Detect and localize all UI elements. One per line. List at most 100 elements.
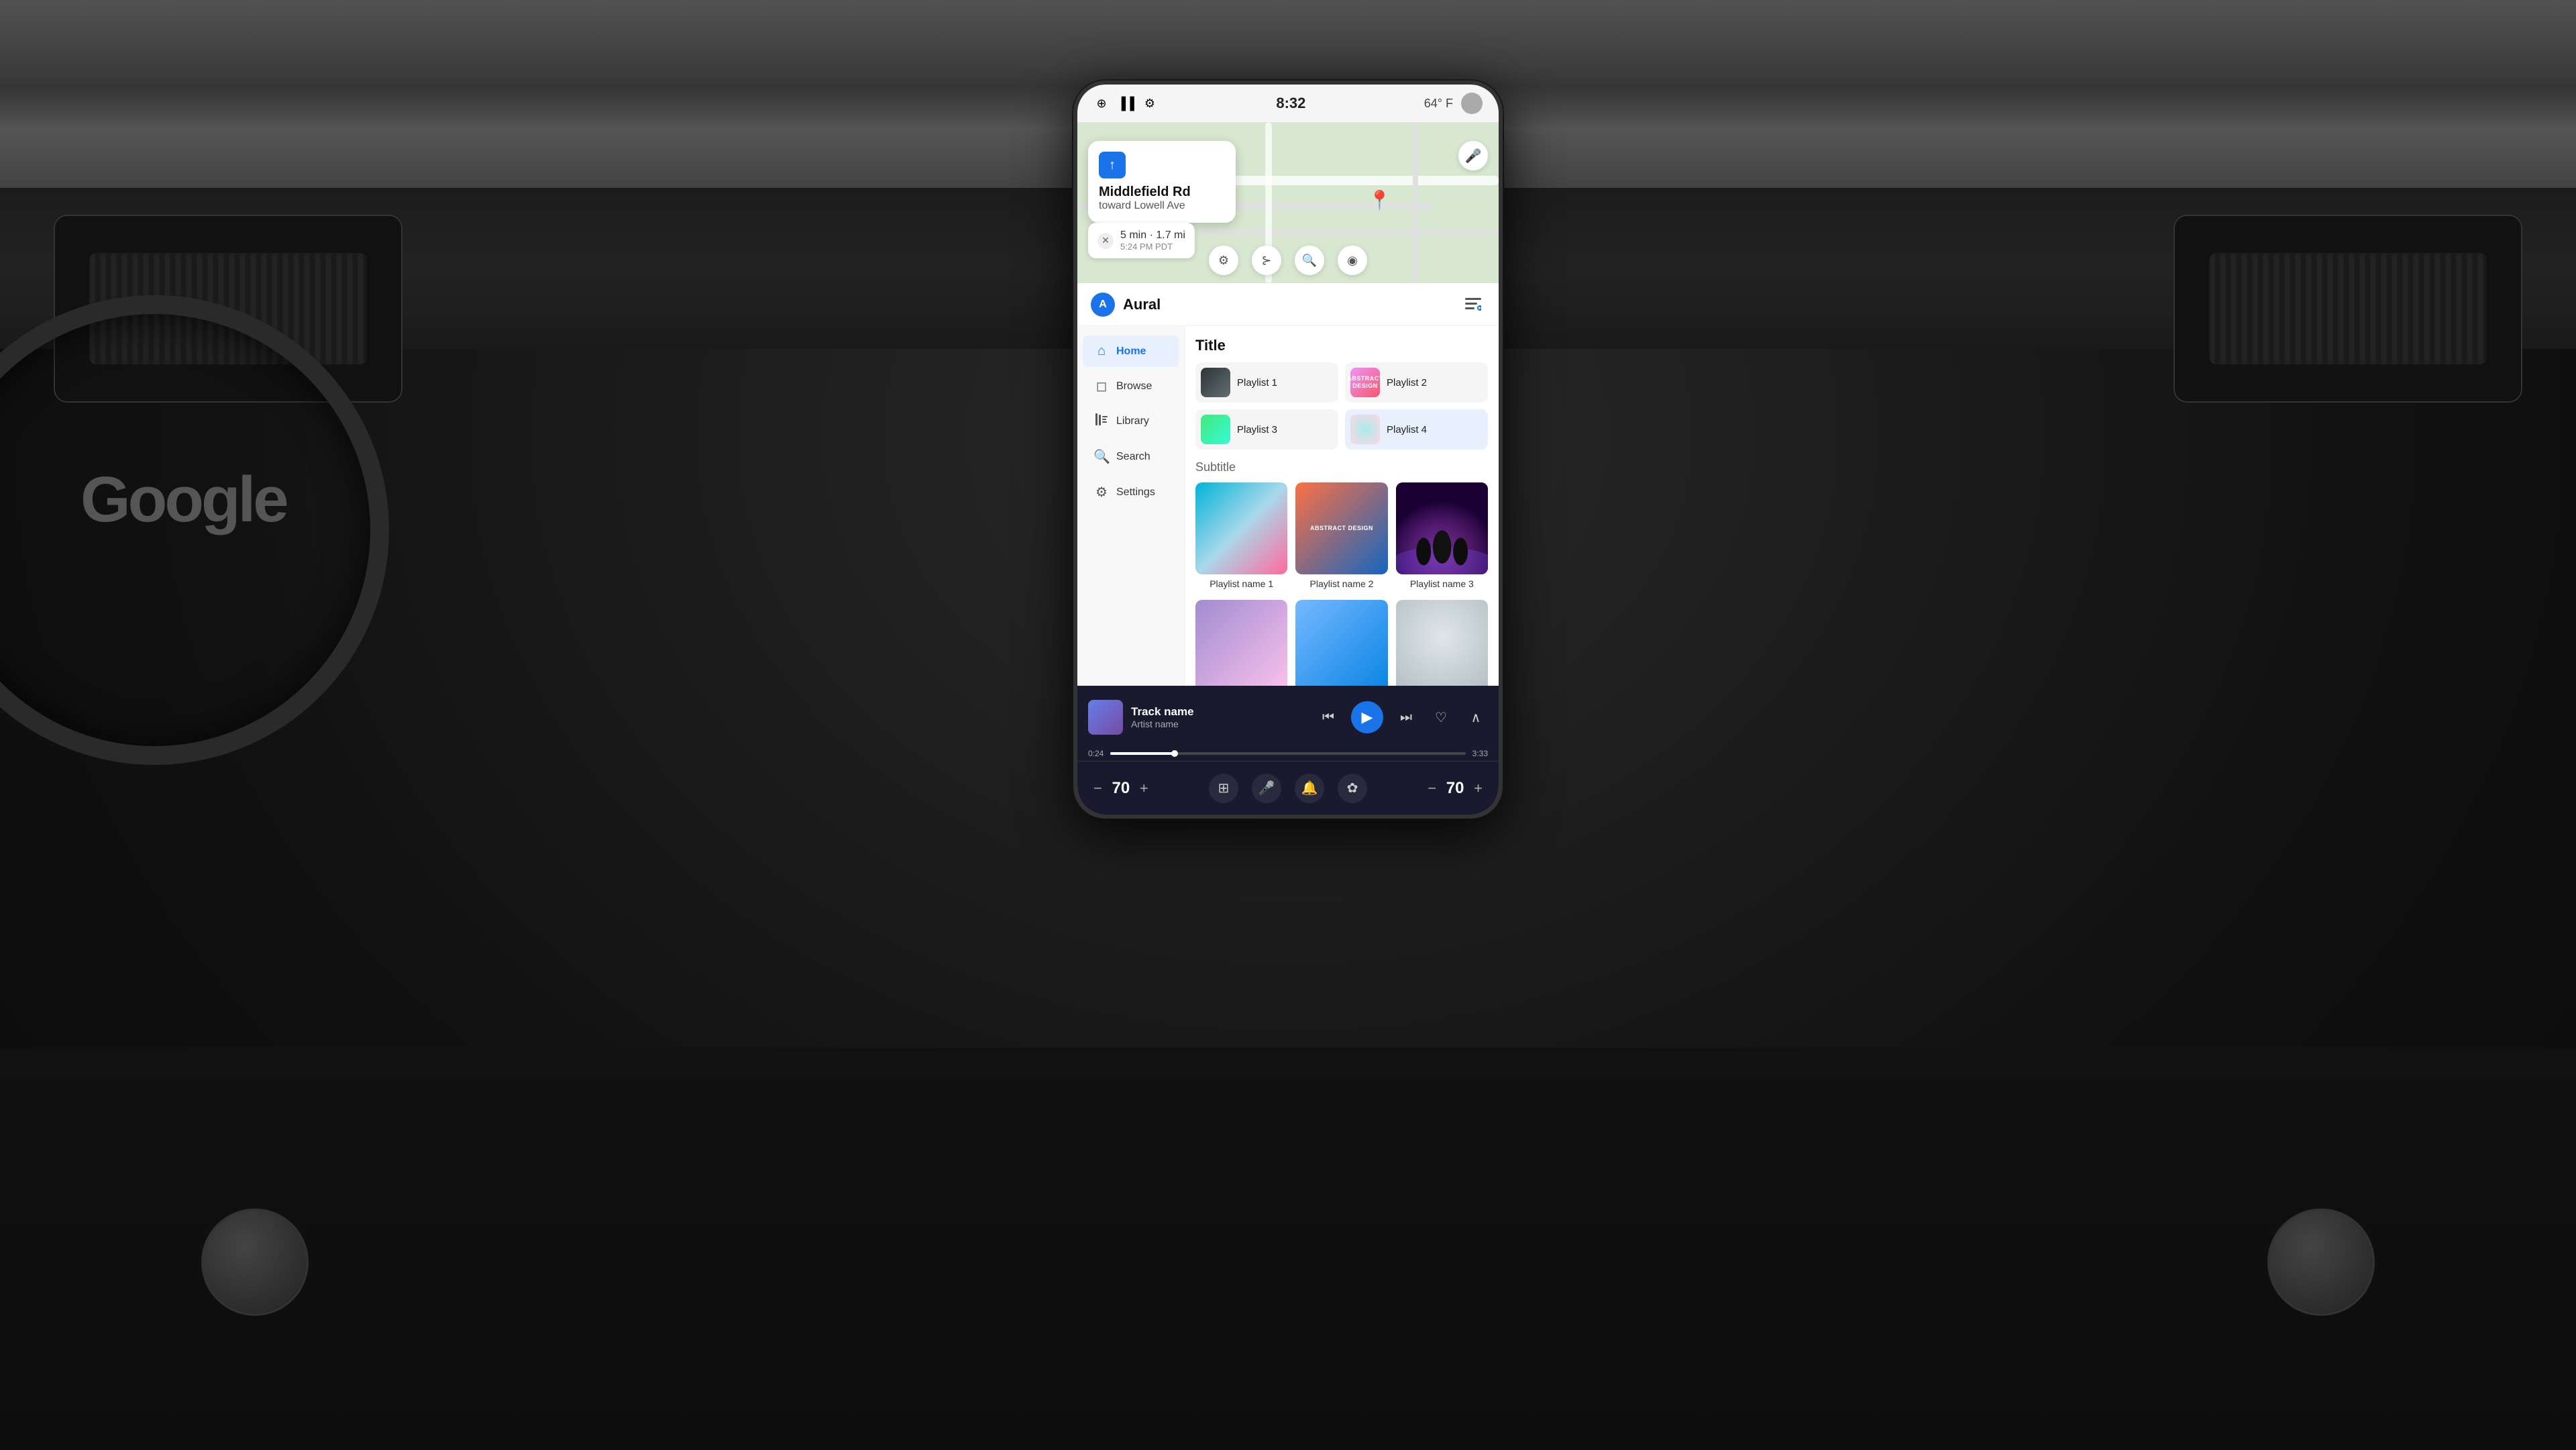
search-icon: 🔍 <box>1093 448 1110 465</box>
playlist-1-label: Playlist 1 <box>1237 377 1277 389</box>
playlists-grid-small: Playlist 1 ABSTRACT DESIGN Playlist 2 Pl… <box>1195 362 1488 450</box>
browse-icon: ◻ <box>1093 378 1110 395</box>
playlist-2-thumb: ABSTRACT DESIGN <box>1350 368 1380 397</box>
sidebar-item-browse[interactable]: ◻ Browse <box>1083 370 1179 403</box>
vol-right-minus[interactable]: − <box>1428 780 1436 797</box>
signal-icon: ▐▐ <box>1118 95 1134 111</box>
volume-left-control: − 70 + <box>1093 779 1148 798</box>
next-button[interactable]: ⏭ <box>1394 705 1418 729</box>
user-avatar[interactable] <box>1461 93 1483 114</box>
vol-right-plus[interactable]: + <box>1474 780 1483 797</box>
playlist-row2-card-1[interactable] <box>1195 600 1287 686</box>
sidebar-home-label: Home <box>1116 346 1146 358</box>
map-controls: ⚙ ⊱ 🔍 ◉ <box>1077 246 1499 275</box>
mic-icon[interactable]: 🎤 <box>1252 774 1281 803</box>
nav-card: ↑ Middlefield Rd toward Lowell Ave <box>1088 141 1236 223</box>
sidebar-item-search[interactable]: 🔍 Search <box>1083 440 1179 473</box>
expand-button[interactable]: ∧ <box>1464 705 1488 729</box>
playlist-row2-card-3[interactable] <box>1396 600 1488 686</box>
player-album-art <box>1088 700 1123 735</box>
settings2-icon[interactable]: ✿ <box>1338 774 1367 803</box>
total-time: 3:33 <box>1472 749 1488 758</box>
vol-left-value: 70 <box>1108 779 1134 798</box>
temperature-display: 64° F <box>1424 97 1453 111</box>
library-icon <box>1093 413 1110 429</box>
app-content: A Aural ⌂ Home <box>1077 283 1499 815</box>
queue-button[interactable] <box>1461 293 1485 317</box>
playlist-card-1[interactable]: Playlist name 1 <box>1195 482 1287 589</box>
vol-left-plus[interactable]: + <box>1140 780 1148 797</box>
playlist-card-3[interactable]: Playlist name 3 <box>1396 482 1488 589</box>
sidebar-browse-label: Browse <box>1116 380 1152 393</box>
playlist-item-4[interactable]: Playlist 4 <box>1345 409 1488 450</box>
map-ctrl-location[interactable]: ◉ <box>1338 246 1367 275</box>
map-ctrl-search[interactable]: 🔍 <box>1295 246 1324 275</box>
playlist-item-2[interactable]: ABSTRACT DESIGN Playlist 2 <box>1345 362 1488 403</box>
nav-direction: toward Lowell Ave <box>1099 200 1225 212</box>
bluetooth-icon: ⊕ <box>1093 95 1110 111</box>
system-icons: ⊞ 🎤 🔔 ✿ <box>1209 774 1367 803</box>
progress-fill <box>1110 752 1174 755</box>
map-area: 📍 🎤 ↑ Middlefield Rd toward Lowell Ave ✕… <box>1077 122 1499 283</box>
sidebar-item-home[interactable]: ⌂ Home <box>1083 335 1179 367</box>
volume-right-control: − 70 + <box>1428 779 1483 798</box>
playlist-4-thumb <box>1350 415 1380 444</box>
playlist-2-label: Playlist 2 <box>1387 377 1427 389</box>
section-subtitle: Subtitle <box>1195 460 1488 474</box>
status-time: 8:32 <box>1276 95 1305 112</box>
section-title: Title <box>1195 337 1488 354</box>
grid-icon[interactable]: ⊞ <box>1209 774 1238 803</box>
app-logo: A <box>1091 293 1115 317</box>
player-controls: ⏮ ▶ ⏭ ♡ ∧ <box>1316 701 1488 733</box>
playlist-2-thumb-text: ABSTRACT DESIGN <box>1347 375 1383 390</box>
map-pin-icon: 📍 <box>1368 189 1391 211</box>
player-info: Track name Artist name <box>1131 705 1316 729</box>
map-road-h3 <box>1198 229 1499 235</box>
playlist-item-1[interactable]: Playlist 1 <box>1195 362 1338 403</box>
sidebar-item-library[interactable]: Library <box>1083 405 1179 437</box>
sidebar-item-settings[interactable]: ⚙ Settings <box>1083 476 1179 509</box>
playlist-row2-card-2[interactable] <box>1295 600 1387 686</box>
playlist-row2-2-thumb <box>1295 600 1387 686</box>
content-panel[interactable]: Title Playlist 1 ABSTRACT DESIGN Playlis… <box>1185 326 1499 686</box>
vol-left-minus[interactable]: − <box>1093 780 1102 797</box>
playlist-card-2-label: Playlist name 2 <box>1295 578 1387 589</box>
map-ctrl-settings[interactable]: ⚙ <box>1209 246 1238 275</box>
bell-icon[interactable]: 🔔 <box>1295 774 1324 803</box>
nav-street: Middlefield Rd <box>1099 184 1225 200</box>
vol-right-value: 70 <box>1442 779 1468 798</box>
google-logo: Google <box>80 463 286 537</box>
playlists-grid-row2 <box>1195 600 1488 686</box>
progress-handle[interactable] <box>1171 750 1178 757</box>
playlist-card-3-thumb <box>1396 482 1488 574</box>
map-mic-button[interactable]: 🎤 <box>1458 141 1488 170</box>
heart-button[interactable]: ♡ <box>1429 705 1453 729</box>
play-button[interactable]: ▶ <box>1351 701 1383 733</box>
player-main: Track name Artist name ⏮ ▶ ⏭ ♡ ∧ <box>1077 686 1499 749</box>
app-logo-letter: A <box>1099 299 1107 311</box>
status-right: 64° F <box>1424 93 1483 114</box>
status-bar: ⊕ ▐▐ ⚙ 8:32 64° F <box>1077 85 1499 122</box>
map-ctrl-route[interactable]: ⊱ <box>1252 246 1281 275</box>
playlist-card-2-thumb: ABSTRACT DESIGN <box>1295 482 1387 574</box>
playlist-card-2-thumb-text: ABSTRACT DESIGN <box>1310 525 1373 532</box>
console-knob-left[interactable] <box>201 1208 309 1316</box>
progress-track[interactable] <box>1110 752 1465 755</box>
playlist-card-2[interactable]: ABSTRACT DESIGN Playlist name 2 <box>1295 482 1387 589</box>
console-area <box>0 1047 2576 1450</box>
map-road-h1 <box>1212 176 1499 185</box>
prev-button[interactable]: ⏮ <box>1316 705 1340 729</box>
console-knob-right[interactable] <box>2267 1208 2375 1316</box>
playlist-item-3[interactable]: Playlist 3 <box>1195 409 1338 450</box>
player-bar: Track name Artist name ⏮ ▶ ⏭ ♡ ∧ 0:24 <box>1077 686 1499 761</box>
right-vent <box>2174 215 2522 403</box>
settings-icon: ⚙ <box>1093 484 1110 501</box>
steering-wheel: Google <box>0 268 456 805</box>
app-header: A Aural <box>1077 283 1499 326</box>
sidebar-library-label: Library <box>1116 415 1149 427</box>
app-name: Aural <box>1123 296 1461 313</box>
playlist-3-thumb <box>1201 415 1230 444</box>
playlist-1-thumb <box>1201 368 1230 397</box>
playlist-row2-3-thumb <box>1396 600 1488 686</box>
playlist-card-1-thumb <box>1195 482 1287 574</box>
